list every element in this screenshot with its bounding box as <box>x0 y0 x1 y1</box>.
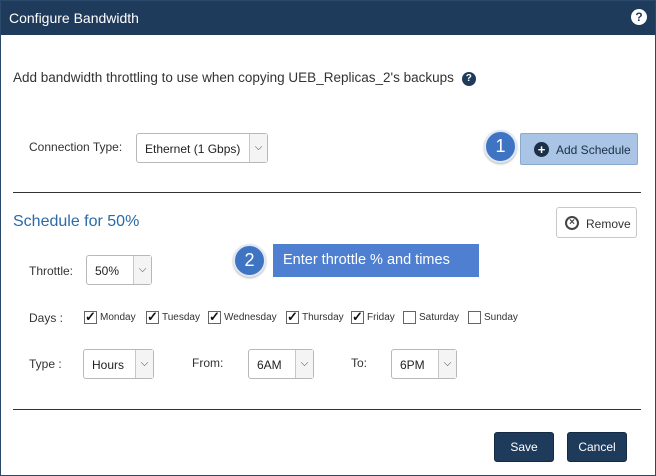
cancel-button[interactable]: Cancel <box>567 432 627 462</box>
type-select[interactable]: Hours ⌵ <box>83 349 154 379</box>
checkbox-checked-icon[interactable] <box>286 309 299 325</box>
callout-text-2: Enter throttle % and times <box>273 244 479 277</box>
checkbox-checked-icon[interactable] <box>146 309 159 325</box>
add-schedule-label: Add Schedule <box>556 143 631 157</box>
day-label: Tuesday <box>162 312 200 323</box>
day-label: Wednesday <box>224 312 277 323</box>
day-label: Saturday <box>419 312 460 323</box>
dialog-title: Configure Bandwidth <box>9 10 139 26</box>
connection-type-value: Ethernet (1 Gbps) <box>145 142 241 156</box>
day-label: Thursday <box>302 312 344 323</box>
checkbox-checked-icon[interactable] <box>84 309 97 325</box>
chevron-down-icon: ⌵ <box>438 350 456 378</box>
chevron-down-icon: ⌵ <box>135 350 153 378</box>
to-label: To: <box>351 356 368 370</box>
add-schedule-button[interactable]: + Add Schedule <box>520 133 638 165</box>
checkbox-empty-icon[interactable] <box>403 311 416 324</box>
type-value: Hours <box>92 358 125 372</box>
dialog-description: Add bandwidth throttling to use when cop… <box>13 70 476 86</box>
help-icon[interactable]: ? <box>631 9 647 25</box>
day-label: Sunday <box>484 312 518 323</box>
checkbox-checked-icon[interactable] <box>351 309 364 325</box>
description-help-icon[interactable]: ? <box>461 72 476 86</box>
throttle-label: Throttle: <box>29 264 74 278</box>
checkbox-checked-icon[interactable] <box>208 309 221 325</box>
description-text: Add bandwidth throttling to use when cop… <box>13 70 454 85</box>
day-label: Friday <box>367 312 395 323</box>
checkbox-empty-icon[interactable] <box>468 311 481 324</box>
chevron-down-icon: ⌵ <box>133 256 151 284</box>
close-circle-icon: × <box>565 216 579 230</box>
days-label: Days : <box>29 311 64 325</box>
from-value: 6AM <box>257 358 282 372</box>
to-value: 6PM <box>400 358 425 372</box>
callout-badge-1: 1 <box>484 130 517 163</box>
plus-circle-icon: + <box>534 142 549 157</box>
from-label: From: <box>192 356 224 370</box>
day-label: Monday <box>100 312 136 323</box>
divider-top <box>13 192 641 193</box>
type-label: Type : <box>29 357 62 371</box>
chevron-down-icon: ⌵ <box>249 134 267 162</box>
dialog-titlebar: Configure Bandwidth ? <box>1 1 655 35</box>
schedule-title: Schedule for 50% <box>13 213 140 230</box>
remove-label: Remove <box>586 217 631 231</box>
to-select[interactable]: 6PM ⌵ <box>391 349 457 379</box>
configure-bandwidth-dialog: Configure Bandwidth ? Add bandwidth thro… <box>0 0 656 476</box>
connection-type-label: Connection Type: <box>29 140 123 154</box>
callout-badge-2: 2 <box>233 244 266 277</box>
throttle-select[interactable]: 50% ⌵ <box>86 255 152 285</box>
divider-bottom <box>13 409 641 410</box>
from-select[interactable]: 6AM ⌵ <box>248 349 314 379</box>
save-button[interactable]: Save <box>494 432 554 462</box>
throttle-value: 50% <box>95 264 120 278</box>
connection-type-select[interactable]: Ethernet (1 Gbps) ⌵ <box>136 133 268 163</box>
remove-button[interactable]: × Remove <box>556 207 637 238</box>
chevron-down-icon: ⌵ <box>295 350 313 378</box>
